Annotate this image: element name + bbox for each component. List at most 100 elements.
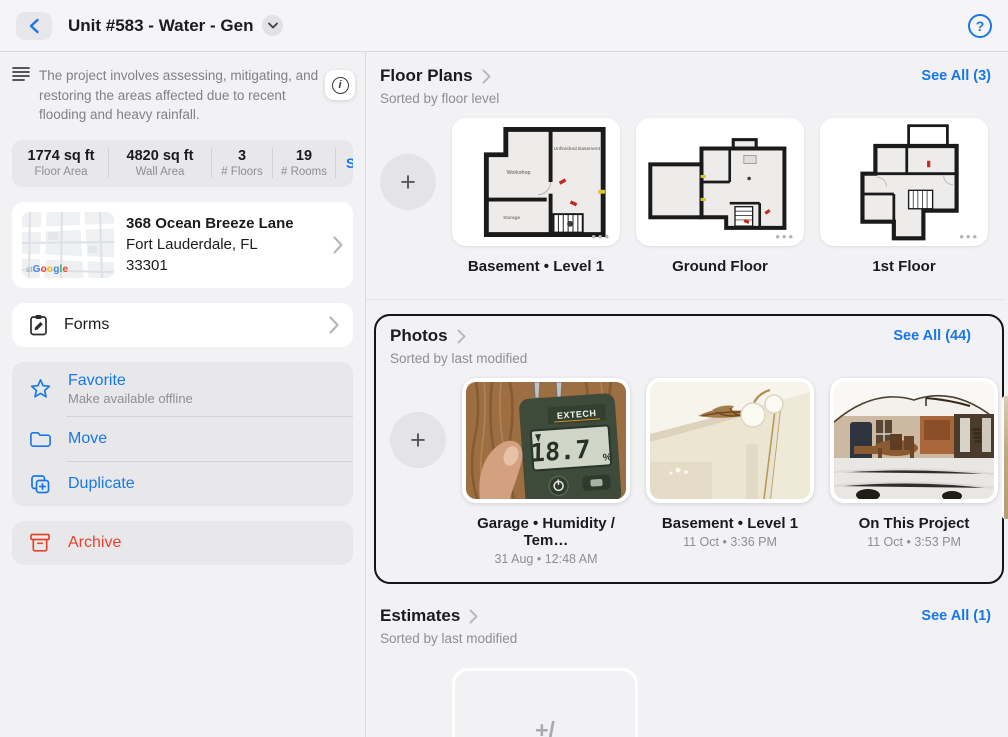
photos-title[interactable]: Photos <box>390 326 448 346</box>
page-title: Unit #583 - Water - Gen <box>68 15 254 35</box>
chevron-down-icon <box>268 22 278 29</box>
duplicate-button[interactable]: Duplicate <box>12 462 353 506</box>
photos-section-highlighted: Photos See All (44) Sorted by last modif… <box>374 314 1004 584</box>
floor-plan-image <box>648 138 787 230</box>
divider <box>366 299 1004 300</box>
floor-plans-see-all-link[interactable]: See All (3) <box>921 68 991 84</box>
photos-row: + EXTECH 18.7 % Garage • Humidity / Tem…… <box>390 378 998 566</box>
favorite-text: Favorite Make available offline <box>68 371 193 406</box>
moisture-meter-photo: EXTECH 18.7 % <box>466 382 626 499</box>
stats-see-more-link[interactable]: See <box>336 155 353 171</box>
estimates-subtitle: Sorted by last modified <box>380 631 518 646</box>
app-root: Unit #583 - Water - Gen ? The project in… <box>0 0 1008 737</box>
title-dropdown-button[interactable] <box>262 15 284 36</box>
plus-icon: + <box>400 166 416 197</box>
floor-plans-row: + Workshop Unfinished Basement Storage •… <box>380 118 1008 275</box>
estimates-title[interactable]: Estimates <box>380 606 460 626</box>
ceiling-damage-photo <box>650 382 810 499</box>
address-card[interactable]: stGoogle 368 Ocean Breeze Lane Fort Laud… <box>12 201 353 288</box>
floor-plan-card-ground[interactable]: ••• <box>636 118 804 246</box>
star-icon <box>28 377 52 400</box>
photo-card-partial[interactable] <box>1002 396 1008 519</box>
chevron-left-icon <box>28 18 40 34</box>
estimates-section: Estimates See All (1) Sorted by last mod… <box>380 606 1008 737</box>
folder-icon <box>28 429 52 449</box>
floor-plan-card-basement[interactable]: Workshop Unfinished Basement Storage ••• <box>452 118 620 246</box>
top-bar: Unit #583 - Water - Gen ? <box>0 0 1008 52</box>
text-lines-icon <box>12 66 30 125</box>
photos-see-all-link[interactable]: See All (44) <box>893 328 971 344</box>
photo-label: On This Project <box>858 515 970 532</box>
floor-plan-label: Basement • Level 1 <box>467 258 605 275</box>
add-photo-button[interactable]: + <box>390 412 446 468</box>
photos-subtitle: Sorted by last modified <box>390 351 528 366</box>
project-title-row: Unit #583 - Water - Gen <box>68 15 284 36</box>
svg-text:Unfinished Basement: Unfinished Basement <box>554 146 601 152</box>
photo-card-panorama[interactable] <box>830 378 998 503</box>
svg-text:%: % <box>602 452 612 464</box>
address-line1: 368 Ocean Breeze Lane <box>126 215 294 233</box>
address-line2: Fort Lauderdale, FL <box>126 236 258 254</box>
chevron-right-icon <box>333 236 343 254</box>
photo-card-slot: On This Project 11 Oct • 3:53 PM <box>830 378 998 549</box>
floor-plans-section: Floor Plans See All (3) Sorted by floor … <box>380 66 1008 275</box>
main-content: Floor Plans See All (3) Sorted by floor … <box>366 52 1008 737</box>
floor-plans-subtitle: Sorted by floor level <box>380 91 500 106</box>
chevron-right-icon <box>482 69 491 84</box>
floor-plan-card-first[interactable]: ••• <box>820 118 988 246</box>
photo-label: Basement • Level 1 <box>661 515 799 532</box>
stats-card: 1774 sq ft Floor Area 4820 sq ft Wall Ar… <box>12 139 353 187</box>
floor-plan-image: Workshop Unfinished Basement Storage <box>483 127 606 237</box>
photo-timestamp: 31 Aug • 12:48 AM <box>494 552 598 566</box>
forms-card[interactable]: Forms <box>12 302 353 347</box>
photo-card-ceiling-damage[interactable] <box>646 378 814 503</box>
more-options-icon[interactable]: ••• <box>959 229 979 244</box>
floor-plan-card-slot: Workshop Unfinished Basement Storage •••… <box>452 118 620 275</box>
info-button[interactable]: i <box>325 70 355 100</box>
info-icon: i <box>331 76 349 94</box>
floor-plans-title[interactable]: Floor Plans <box>380 66 473 86</box>
address-text: 368 Ocean Breeze Lane Fort Lauderdale, F… <box>126 213 294 276</box>
photo-card-slot: EXTECH 18.7 % Garage • Humidity / Tem… 3… <box>462 378 630 566</box>
photo-timestamp: 11 Oct • 3:36 PM <box>683 535 777 549</box>
actions-group: Favorite Make available offline Move Dup… <box>12 361 353 506</box>
photo-card-slot: Basement • Level 1 11 Oct • 3:36 PM <box>646 378 814 549</box>
archive-button[interactable]: Archive <box>12 521 353 565</box>
photo-timestamp: 11 Oct • 3:53 PM <box>867 535 961 549</box>
photo-label: Garage • Humidity / Tem… <box>477 515 615 549</box>
svg-text:Storage: Storage <box>503 215 520 221</box>
plus-icon: + <box>410 424 426 455</box>
back-button[interactable] <box>16 11 52 40</box>
stat-floors: 3 # Floors <box>221 148 263 179</box>
map-thumbnail: stGoogle <box>22 211 114 278</box>
move-button[interactable]: Move <box>12 417 353 461</box>
duplicate-icon <box>28 473 52 495</box>
photo-card-moisture-meter[interactable]: EXTECH 18.7 % <box>462 378 630 503</box>
estimates-see-all-link[interactable]: See All (1) <box>921 608 991 624</box>
floor-plan-label: 1st Floor <box>872 258 936 275</box>
more-options-icon[interactable]: ••• <box>775 229 795 244</box>
panorama-photo <box>834 382 994 499</box>
floor-plan-card-slot: ••• 1st Floor <box>820 118 988 275</box>
stat-wall-area: 4820 sq ft Wall Area <box>126 148 194 179</box>
add-estimate-icon: +/ <box>535 717 555 737</box>
help-button[interactable]: ? <box>968 13 992 38</box>
more-options-icon[interactable]: ••• <box>591 229 611 244</box>
stat-floor-area: 1774 sq ft Floor Area <box>27 148 95 179</box>
clipboard-form-icon <box>26 314 50 336</box>
address-line3: 33301 <box>126 257 168 275</box>
google-logo: stGoogle <box>26 263 69 275</box>
forms-label: Forms <box>64 315 110 333</box>
svg-text:Workshop: Workshop <box>506 170 530 176</box>
body: The project involves assessing, mitigati… <box>0 52 1008 737</box>
favorite-button[interactable]: Favorite Make available offline <box>12 362 353 416</box>
chevron-right-icon <box>457 329 466 344</box>
add-floor-plan-button[interactable]: + <box>380 154 436 210</box>
add-estimate-card[interactable]: +/ <box>452 668 638 737</box>
floor-plan-image <box>860 124 959 241</box>
stat-rooms: 19 # Rooms <box>280 148 328 179</box>
sidebar: The project involves assessing, mitigati… <box>0 52 366 737</box>
archive-group: Archive <box>12 520 353 565</box>
floor-plan-card-slot: ••• Ground Floor <box>636 118 804 275</box>
chevron-right-icon <box>469 609 478 624</box>
